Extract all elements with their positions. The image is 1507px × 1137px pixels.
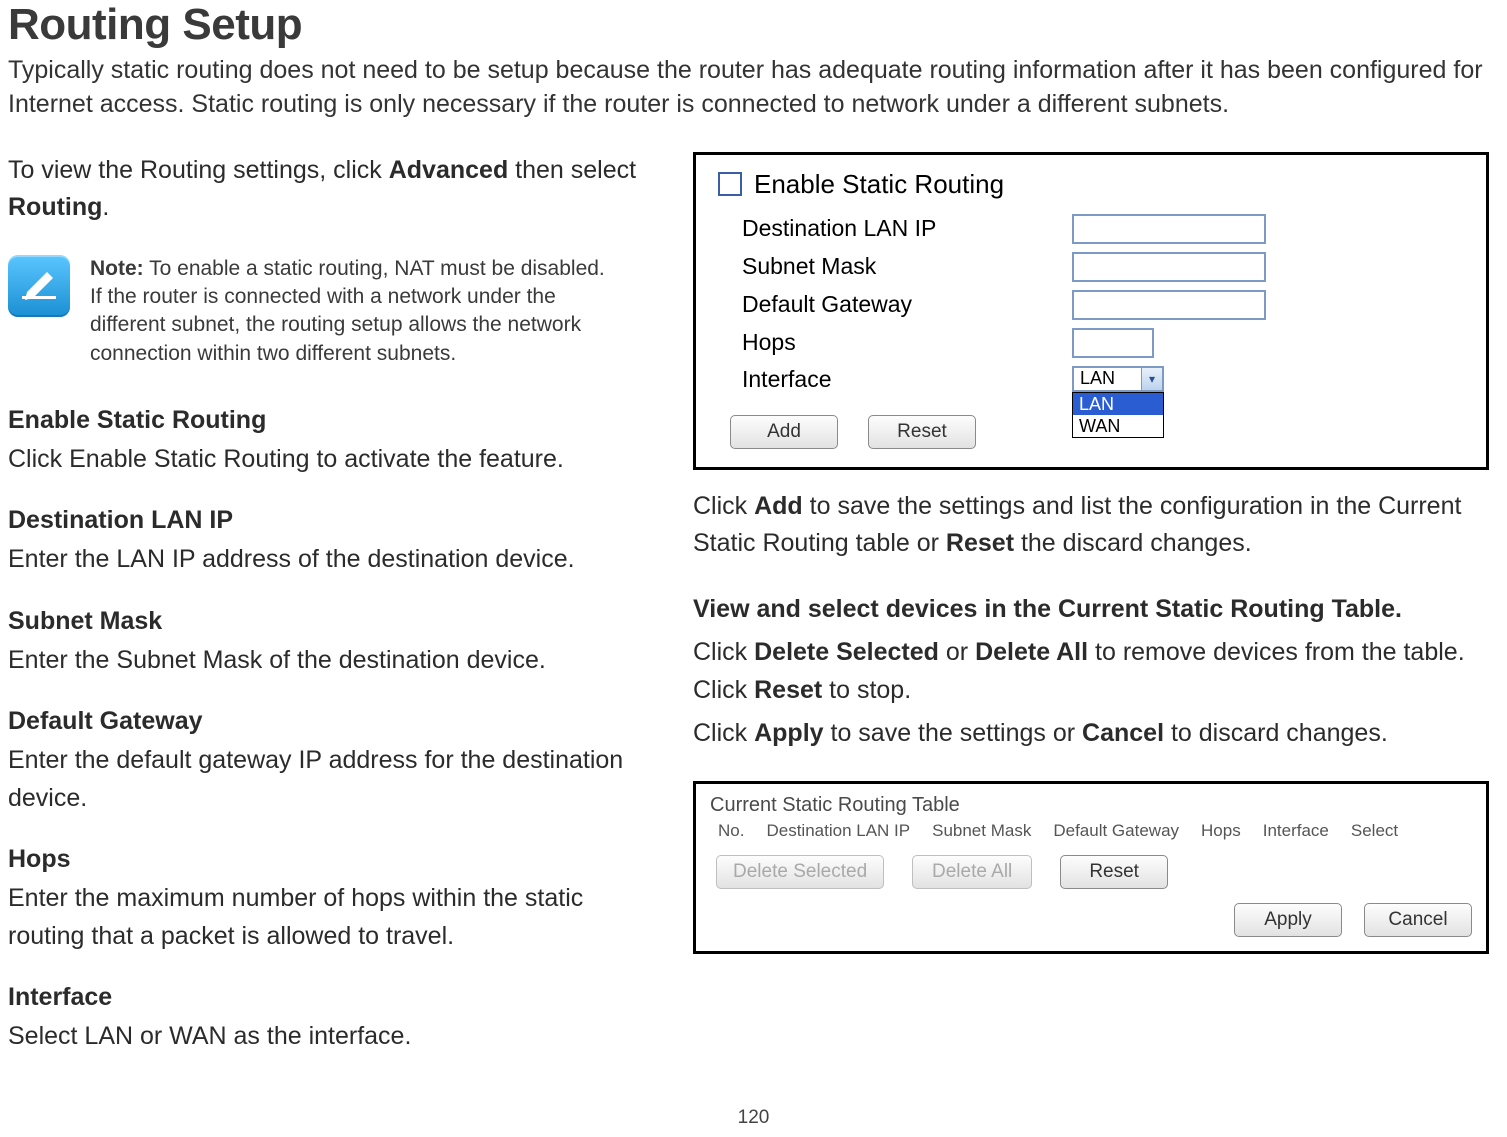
page-number: 120 <box>738 1107 770 1129</box>
pencil-note-icon <box>8 255 70 317</box>
subnet-mask-input[interactable] <box>1072 252 1266 282</box>
table-title: Current Static Routing Table <box>710 794 1472 817</box>
delete-all-button[interactable]: Delete All <box>912 855 1032 889</box>
chevron-down-icon: ▾ <box>1141 368 1162 390</box>
destination-lan-ip-label: Destination LAN IP <box>718 215 1072 242</box>
section-dest-head: Destination LAN IP <box>8 506 653 535</box>
cancel-button[interactable]: Cancel <box>1364 903 1472 937</box>
table-col-hops: Hops <box>1201 821 1241 841</box>
table-col-iface: Interface <box>1263 821 1329 841</box>
default-gateway-input[interactable] <box>1072 290 1266 320</box>
section-enable-body: Click Enable Static Routing to activate … <box>8 441 653 479</box>
section-iface-head: Interface <box>8 983 653 1012</box>
apply-cancel-paragraph: Click Apply to save the settings or Canc… <box>693 715 1489 753</box>
section-iface-body: Select LAN or WAN as the interface. <box>8 1018 653 1056</box>
hops-input[interactable] <box>1072 328 1154 358</box>
subnet-mask-label: Subnet Mask <box>718 253 1072 280</box>
table-col-gw: Default Gateway <box>1053 821 1179 841</box>
delete-paragraph: Click Delete Selected or Delete All to r… <box>693 634 1489 709</box>
view-select-heading: View and select devices in the Current S… <box>693 595 1402 623</box>
static-routing-table-panel: Current Static Routing Table No. Destina… <box>693 781 1489 954</box>
interface-select[interactable]: LAN ▾ <box>1072 366 1164 392</box>
apply-button[interactable]: Apply <box>1234 903 1342 937</box>
table-col-mask: Subnet Mask <box>932 821 1031 841</box>
page-title: Routing Setup <box>8 0 1489 50</box>
table-col-dest: Destination LAN IP <box>766 821 910 841</box>
interface-option-lan[interactable]: LAN <box>1073 393 1163 415</box>
table-col-sel: Select <box>1351 821 1398 841</box>
intro-paragraph: Typically static routing does not need t… <box>8 54 1489 122</box>
static-routing-form-panel: Enable Static Routing Destination LAN IP… <box>693 152 1489 470</box>
section-hops-body: Enter the maximum number of hops within … <box>8 880 653 955</box>
enable-static-routing-label: Enable Static Routing <box>754 169 1004 200</box>
section-mask-head: Subnet Mask <box>8 607 653 636</box>
table-header-row: No. Destination LAN IP Subnet Mask Defau… <box>710 821 1472 841</box>
section-mask-body: Enter the Subnet Mask of the destination… <box>8 642 653 680</box>
table-reset-button[interactable]: Reset <box>1060 855 1168 889</box>
delete-selected-button[interactable]: Delete Selected <box>716 855 884 889</box>
table-col-no: No. <box>718 821 744 841</box>
note-text: Note: To enable a static routing, NAT mu… <box>90 255 610 368</box>
interface-selected-value: LAN <box>1074 368 1141 389</box>
section-dest-body: Enter the LAN IP address of the destinat… <box>8 541 653 579</box>
view-routing-instruction: To view the Routing settings, click Adva… <box>8 152 653 227</box>
enable-static-routing-checkbox[interactable] <box>718 172 742 196</box>
section-hops-head: Hops <box>8 845 653 874</box>
add-reset-paragraph: Click Add to save the settings and list … <box>693 488 1489 563</box>
note-block: Note: To enable a static routing, NAT mu… <box>8 255 653 368</box>
default-gateway-label: Default Gateway <box>718 291 1072 318</box>
interface-dropdown-list: LAN WAN <box>1072 392 1164 438</box>
section-gw-body: Enter the default gateway IP address for… <box>8 742 653 817</box>
interface-label: Interface <box>718 366 1072 393</box>
add-button[interactable]: Add <box>730 415 838 449</box>
hops-label: Hops <box>718 329 1072 356</box>
interface-option-wan[interactable]: WAN <box>1073 415 1163 437</box>
section-gw-head: Default Gateway <box>8 707 653 736</box>
reset-button[interactable]: Reset <box>868 415 976 449</box>
destination-lan-ip-input[interactable] <box>1072 214 1266 244</box>
section-enable-head: Enable Static Routing <box>8 406 653 435</box>
